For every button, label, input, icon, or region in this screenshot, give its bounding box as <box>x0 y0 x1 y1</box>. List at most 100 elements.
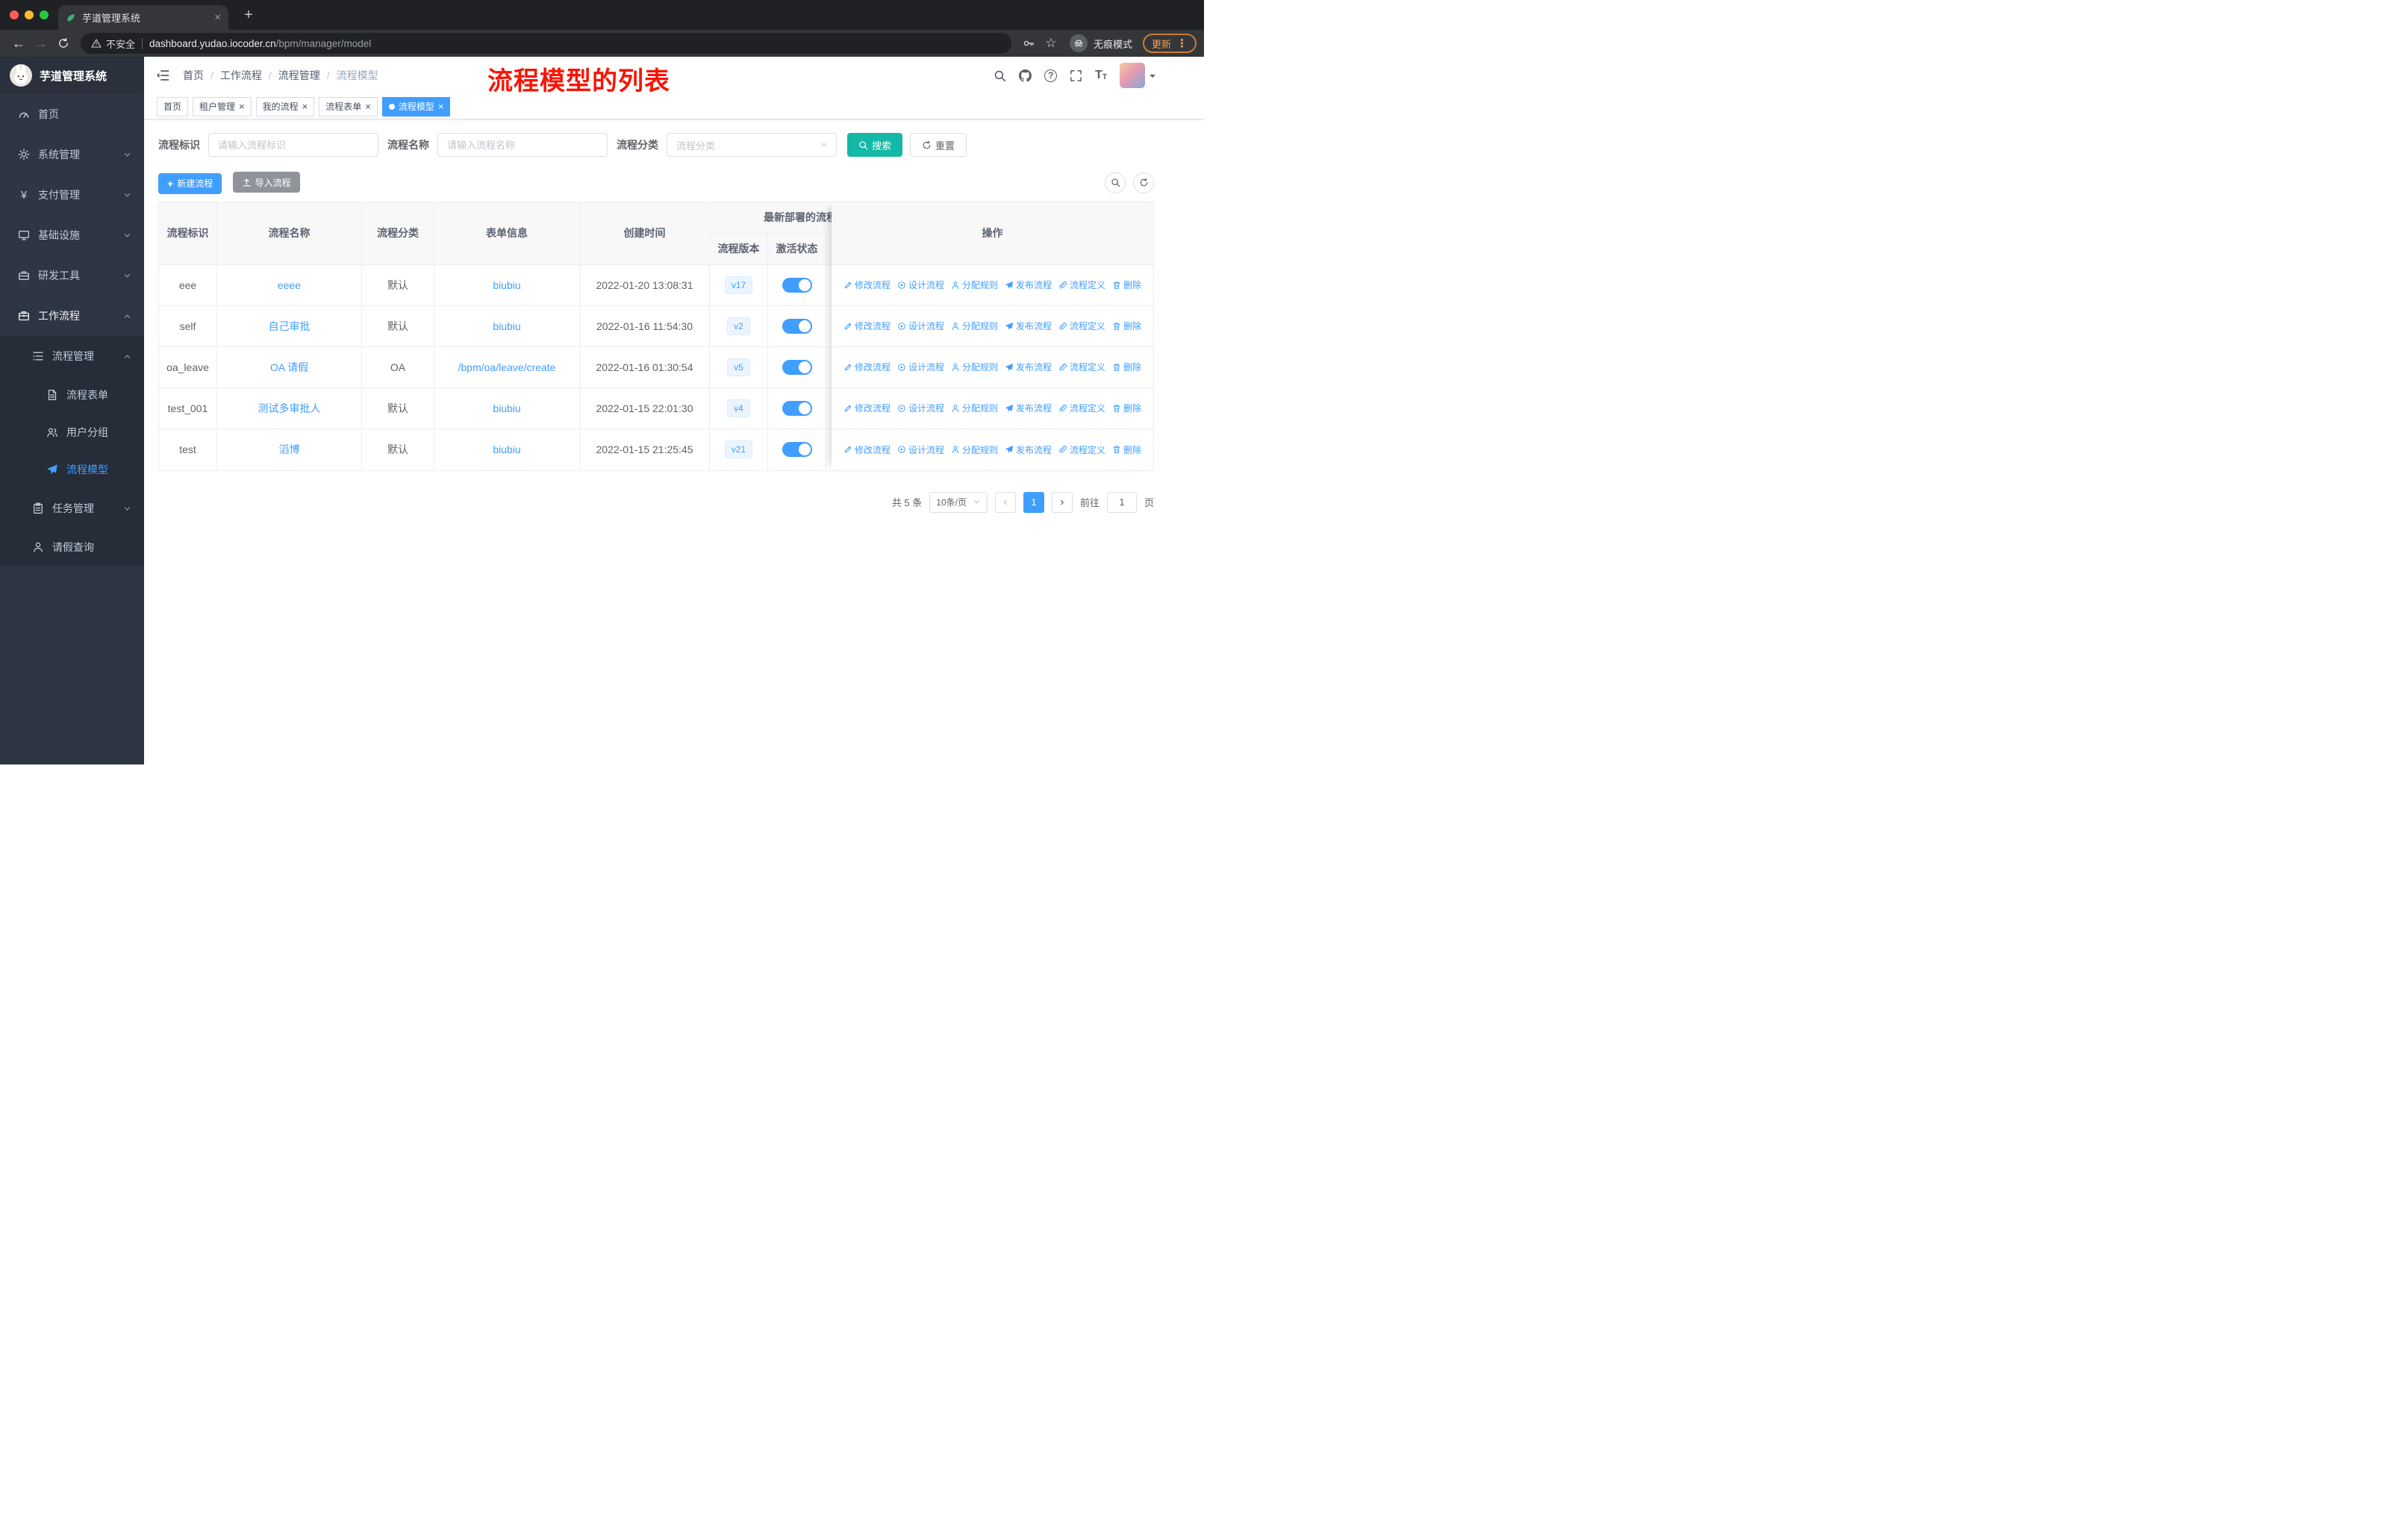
process-key-input[interactable] <box>208 133 378 157</box>
avatar[interactable] <box>1120 63 1145 88</box>
back-button[interactable]: ← <box>7 32 30 55</box>
action-design-process[interactable]: 设计流程 <box>897 320 944 332</box>
action-publish-process[interactable]: 发布流程 <box>1005 361 1052 373</box>
action-process-definition[interactable]: 流程定义 <box>1058 402 1105 414</box>
sidebar-item-devtools[interactable]: 研发工具 <box>0 255 144 296</box>
breadcrumb-home[interactable]: 首页 <box>183 68 204 83</box>
tag-my-process[interactable]: 我的流程 × <box>255 96 315 116</box>
sidebar-item-process-form[interactable]: 流程表单 <box>0 376 144 414</box>
action-delete[interactable]: 删除 <box>1112 278 1141 291</box>
browser-tab[interactable]: 芋道管理系统 × <box>58 5 228 30</box>
address-bar[interactable]: 不安全 dashboard.yudao.iocoder.cn/bpm/manag… <box>81 33 1011 54</box>
sidebar-item-process-model[interactable]: 流程模型 <box>0 451 144 488</box>
next-page-button[interactable]: › <box>1051 491 1073 513</box>
password-key-icon[interactable] <box>1017 32 1040 55</box>
action-assign-rule[interactable]: 分配规则 <box>951 320 998 332</box>
github-icon[interactable] <box>1019 69 1032 82</box>
action-delete[interactable]: 删除 <box>1112 361 1141 373</box>
fullscreen-icon[interactable] <box>1070 69 1082 82</box>
tag-home[interactable]: 首页 <box>157 96 189 116</box>
action-edit-process[interactable]: 修改流程 <box>843 278 890 291</box>
action-process-definition[interactable]: 流程定义 <box>1058 320 1105 332</box>
action-assign-rule[interactable]: 分配规则 <box>951 402 998 414</box>
action-publish-process[interactable]: 发布流程 <box>1005 320 1052 332</box>
close-icon[interactable]: × <box>239 102 245 111</box>
sidebar-item-leave-query[interactable]: 请假查询 <box>0 529 144 566</box>
active-toggle[interactable] <box>782 442 812 457</box>
action-delete[interactable]: 删除 <box>1112 320 1141 332</box>
app-logo[interactable]: 芋道管理系统 <box>0 57 144 94</box>
font-size-icon[interactable]: TT <box>1095 69 1107 81</box>
page-1-button[interactable]: 1 <box>1023 491 1044 513</box>
sidebar-item-task-management[interactable]: 任务管理 <box>0 488 144 529</box>
action-publish-process[interactable]: 发布流程 <box>1005 443 1052 456</box>
action-edit-process[interactable]: 修改流程 <box>843 443 890 456</box>
action-assign-rule[interactable]: 分配规则 <box>951 278 998 291</box>
page-size-select[interactable]: 10条/页 <box>929 491 988 513</box>
action-design-process[interactable]: 设计流程 <box>897 278 944 291</box>
process-name-input[interactable] <box>437 133 608 157</box>
tag-tenant-management[interactable]: 租户管理 × <box>193 96 252 116</box>
goto-page-input[interactable] <box>1106 491 1137 513</box>
process-name-link[interactable]: 滔博 <box>279 442 300 457</box>
action-design-process[interactable]: 设计流程 <box>897 443 944 456</box>
action-delete[interactable]: 删除 <box>1112 402 1141 414</box>
search-icon[interactable] <box>994 69 1006 82</box>
new-tab-button[interactable]: + <box>239 6 258 25</box>
action-edit-process[interactable]: 修改流程 <box>843 402 890 414</box>
user-menu[interactable] <box>1120 63 1155 88</box>
sidebar-toggle-hamburger-icon[interactable] <box>155 68 170 83</box>
close-icon[interactable]: × <box>302 102 308 111</box>
create-process-button[interactable]: + 新建流程 <box>158 172 222 194</box>
menu-dots-icon[interactable]: ⋮ <box>1176 37 1188 50</box>
close-icon[interactable]: × <box>365 102 371 111</box>
action-assign-rule[interactable]: 分配规则 <box>951 361 998 373</box>
action-assign-rule[interactable]: 分配规则 <box>951 443 998 456</box>
active-toggle[interactable] <box>782 318 812 334</box>
form-info-link[interactable]: biubiu <box>493 320 520 332</box>
action-process-definition[interactable]: 流程定义 <box>1058 443 1105 456</box>
breadcrumb-workflow[interactable]: 工作流程 <box>220 68 262 83</box>
browser-update-button[interactable]: 更新 ⋮ <box>1142 34 1197 53</box>
process-category-select[interactable]: 流程分类 <box>667 133 837 157</box>
action-publish-process[interactable]: 发布流程 <box>1005 278 1052 291</box>
action-process-definition[interactable]: 流程定义 <box>1058 361 1105 373</box>
search-button[interactable]: 搜索 <box>847 133 903 157</box>
reload-button[interactable] <box>52 32 75 55</box>
sidebar-item-home[interactable]: 首页 <box>0 94 144 134</box>
tag-process-form[interactable]: 流程表单 × <box>319 96 378 116</box>
action-publish-process[interactable]: 发布流程 <box>1005 402 1052 414</box>
sidebar-item-system[interactable]: 系统管理 <box>0 134 144 175</box>
import-process-button[interactable]: 导入流程 <box>232 172 300 193</box>
action-edit-process[interactable]: 修改流程 <box>843 320 890 332</box>
sidebar-item-process-management[interactable]: 流程管理 <box>0 336 144 376</box>
action-design-process[interactable]: 设计流程 <box>897 402 944 414</box>
sidebar-item-payment[interactable]: ¥ 支付管理 <box>0 175 144 215</box>
close-window-button[interactable] <box>10 10 19 19</box>
refresh-table-button[interactable] <box>1133 172 1154 193</box>
form-info-link[interactable]: /bpm/oa/leave/create <box>458 361 556 373</box>
action-process-definition[interactable]: 流程定义 <box>1058 278 1105 291</box>
active-toggle[interactable] <box>782 359 812 375</box>
breadcrumb-process-management[interactable]: 流程管理 <box>278 68 320 83</box>
process-name-link[interactable]: OA 请假 <box>270 360 308 375</box>
prev-page-button[interactable]: ‹ <box>994 491 1016 513</box>
active-toggle[interactable] <box>782 277 812 293</box>
sidebar-item-user-group[interactable]: 用户分组 <box>0 414 144 451</box>
maximize-window-button[interactable] <box>40 10 49 19</box>
form-info-link[interactable]: biubiu <box>493 443 520 455</box>
security-chip[interactable]: 不安全 <box>91 37 135 51</box>
tag-process-model[interactable]: 流程模型 × <box>381 96 451 116</box>
sidebar-item-infrastructure[interactable]: 基础设施 <box>0 215 144 255</box>
forward-button[interactable]: → <box>30 32 52 55</box>
bookmark-star-icon[interactable]: ☆ <box>1040 32 1062 55</box>
help-icon[interactable]: ? <box>1044 69 1058 82</box>
tab-close-icon[interactable]: × <box>214 12 221 23</box>
process-name-link[interactable]: eeee <box>278 279 301 291</box>
form-info-link[interactable]: biubiu <box>493 402 520 414</box>
sidebar-item-workflow[interactable]: 工作流程 <box>0 296 144 336</box>
action-delete[interactable]: 删除 <box>1112 443 1141 456</box>
minimize-window-button[interactable] <box>25 10 34 19</box>
active-toggle[interactable] <box>782 400 812 416</box>
toggle-search-button[interactable] <box>1105 172 1126 193</box>
